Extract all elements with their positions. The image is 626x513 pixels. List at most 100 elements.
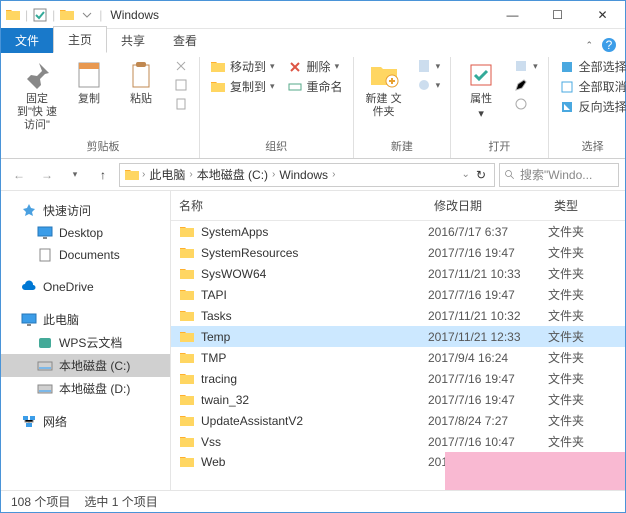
- close-button[interactable]: ✕: [580, 1, 625, 29]
- col-type[interactable]: 类型: [554, 197, 617, 214]
- file-pane: 名称 修改日期 类型 SystemApps2016/7/17 6:37文件夹Sy…: [171, 191, 625, 491]
- nav-desktop[interactable]: Desktop: [1, 222, 170, 244]
- new-item-button[interactable]: ▾: [412, 57, 445, 75]
- file-type: 文件夹: [548, 391, 617, 408]
- col-date[interactable]: 修改日期: [434, 197, 554, 214]
- column-headers[interactable]: 名称 修改日期 类型: [171, 191, 625, 221]
- file-row[interactable]: TAPI2017/7/16 19:47文件夹: [171, 284, 625, 305]
- file-name: Tasks: [201, 309, 232, 323]
- open-button[interactable]: ▾: [509, 57, 542, 75]
- folder-icon: [179, 245, 195, 261]
- cut-button[interactable]: [169, 57, 193, 75]
- qat-dropdown-icon[interactable]: [79, 7, 95, 23]
- folder-icon: [179, 224, 195, 240]
- tab-file[interactable]: 文件: [1, 28, 53, 53]
- nav-pane: 快速访问 Desktop Documents OneDrive 此电脑 WPS云…: [1, 191, 171, 491]
- file-date: 2017/11/21 12:33: [428, 330, 548, 344]
- move-to-button[interactable]: 移动到 ▾: [206, 57, 279, 76]
- titlebar: | | | Windows — ☐ ✕: [1, 1, 625, 29]
- maximize-button[interactable]: ☐: [535, 1, 580, 29]
- recent-dropdown[interactable]: ▾: [63, 163, 87, 187]
- new-folder-button[interactable]: 新建 文件夹: [360, 57, 408, 121]
- crumb-windows[interactable]: Windows: [275, 168, 332, 182]
- help-icon[interactable]: ?: [601, 37, 617, 53]
- edit-button[interactable]: [509, 76, 542, 94]
- folder-icon: [179, 371, 195, 387]
- search-input[interactable]: 搜索"Windo...: [499, 163, 619, 187]
- file-name: Temp: [201, 330, 230, 344]
- file-name: SystemResources: [201, 246, 298, 260]
- minimize-button[interactable]: —: [490, 1, 535, 29]
- file-name: SystemApps: [201, 225, 268, 239]
- file-date: 2017/11/21 10:33: [428, 267, 548, 281]
- refresh-button[interactable]: ↻: [476, 168, 486, 182]
- nav-quick-access[interactable]: 快速访问: [1, 199, 170, 222]
- group-select-label: 选择: [582, 136, 604, 158]
- nav-onedrive[interactable]: OneDrive: [1, 276, 170, 298]
- collapse-ribbon-icon[interactable]: ⌃: [585, 40, 593, 51]
- address-bar: ← → ▾ ↑ › 此电脑› 本地磁盘 (C:)› Windows› ⌄ ↻ 搜…: [1, 159, 625, 191]
- file-name: TAPI: [201, 288, 227, 302]
- pin-button[interactable]: 固定到"快 速访问": [13, 57, 61, 135]
- file-list[interactable]: SystemApps 2016/7/17 6:37 文件夹 SystemResourc…: [171, 221, 625, 491]
- file-row[interactable]: Vss2017/7/16 10:47文件夹: [171, 431, 625, 452]
- nav-wps[interactable]: WPS云文档: [1, 331, 170, 354]
- nav-disk-c[interactable]: 本地磁盘 (C:): [1, 354, 170, 377]
- selected-count: 选中 1 个项目: [84, 493, 157, 510]
- file-type: 文件夹: [548, 370, 617, 387]
- forward-button[interactable]: →: [35, 163, 59, 187]
- file-row[interactable]: SystemResources2017/7/16 19:47文件夹: [171, 242, 625, 263]
- up-button[interactable]: ↑: [91, 163, 115, 187]
- file-date: 2017/11/21 10:32: [428, 309, 548, 323]
- nav-this-pc[interactable]: 此电脑: [1, 308, 170, 331]
- folder-icon: [59, 7, 75, 23]
- nav-network[interactable]: 网络: [1, 410, 170, 433]
- folder-icon: [179, 266, 195, 282]
- properties-button[interactable]: 属性▾: [457, 57, 505, 123]
- copy-path-button[interactable]: [169, 76, 193, 94]
- tab-share[interactable]: 共享: [107, 27, 159, 53]
- delete-button[interactable]: 删除 ▾: [283, 57, 347, 76]
- file-row[interactable]: SystemApps2016/7/17 6:37文件夹: [171, 221, 625, 242]
- history-dropdown-icon[interactable]: ⌄: [462, 169, 470, 180]
- nav-documents[interactable]: Documents: [1, 244, 170, 266]
- copy-button[interactable]: 复制: [65, 57, 113, 108]
- file-name: Web: [201, 455, 225, 469]
- nav-disk-d[interactable]: 本地磁盘 (D:): [1, 377, 170, 400]
- file-type: 文件夹: [548, 433, 617, 450]
- crumb-c[interactable]: 本地磁盘 (C:): [193, 166, 272, 183]
- file-date: 2016/7/17 6:37: [428, 225, 548, 239]
- easy-access-button[interactable]: ▾: [412, 76, 445, 94]
- crumb-pc[interactable]: 此电脑: [145, 166, 189, 183]
- back-button[interactable]: ←: [7, 163, 31, 187]
- history-button[interactable]: [509, 95, 542, 113]
- breadcrumb[interactable]: › 此电脑› 本地磁盘 (C:)› Windows› ⌄ ↻: [119, 163, 495, 187]
- qat-icon[interactable]: [32, 7, 48, 23]
- folder-icon: [179, 392, 195, 408]
- file-row[interactable]: Tasks2017/11/21 10:32文件夹: [171, 305, 625, 326]
- file-name: UpdateAssistantV2: [201, 414, 303, 428]
- search-icon: [504, 169, 516, 181]
- folder-icon: [179, 329, 195, 345]
- paste-button[interactable]: 粘贴: [117, 57, 165, 108]
- select-none-button[interactable]: 全部取消: [555, 77, 626, 96]
- file-row[interactable]: tracing2017/7/16 19:47文件夹: [171, 368, 625, 389]
- folder-icon: [179, 287, 195, 303]
- folder-icon: [179, 434, 195, 450]
- invert-select-button[interactable]: 反向选择: [555, 97, 626, 116]
- file-row[interactable]: twain_322017/7/16 19:47文件夹: [171, 389, 625, 410]
- folder-icon: [179, 454, 195, 470]
- tab-home[interactable]: 主页: [53, 26, 107, 53]
- file-row[interactable]: Temp2017/11/21 12:33文件夹: [171, 326, 625, 347]
- paste-shortcut-button[interactable]: [169, 95, 193, 113]
- tab-view[interactable]: 查看: [159, 27, 211, 53]
- copy-to-button[interactable]: 复制到 ▾: [206, 77, 279, 96]
- select-all-button[interactable]: 全部选择: [555, 57, 626, 76]
- file-row[interactable]: TMP2017/9/4 16:24文件夹: [171, 347, 625, 368]
- col-name[interactable]: 名称: [179, 197, 434, 214]
- file-type: 文件夹: [548, 349, 617, 366]
- rename-button[interactable]: 重命名: [283, 77, 347, 96]
- file-row[interactable]: UpdateAssistantV22017/8/24 7:27文件夹: [171, 410, 625, 431]
- file-row[interactable]: SysWOW642017/11/21 10:33文件夹: [171, 263, 625, 284]
- window-title: Windows: [102, 8, 159, 22]
